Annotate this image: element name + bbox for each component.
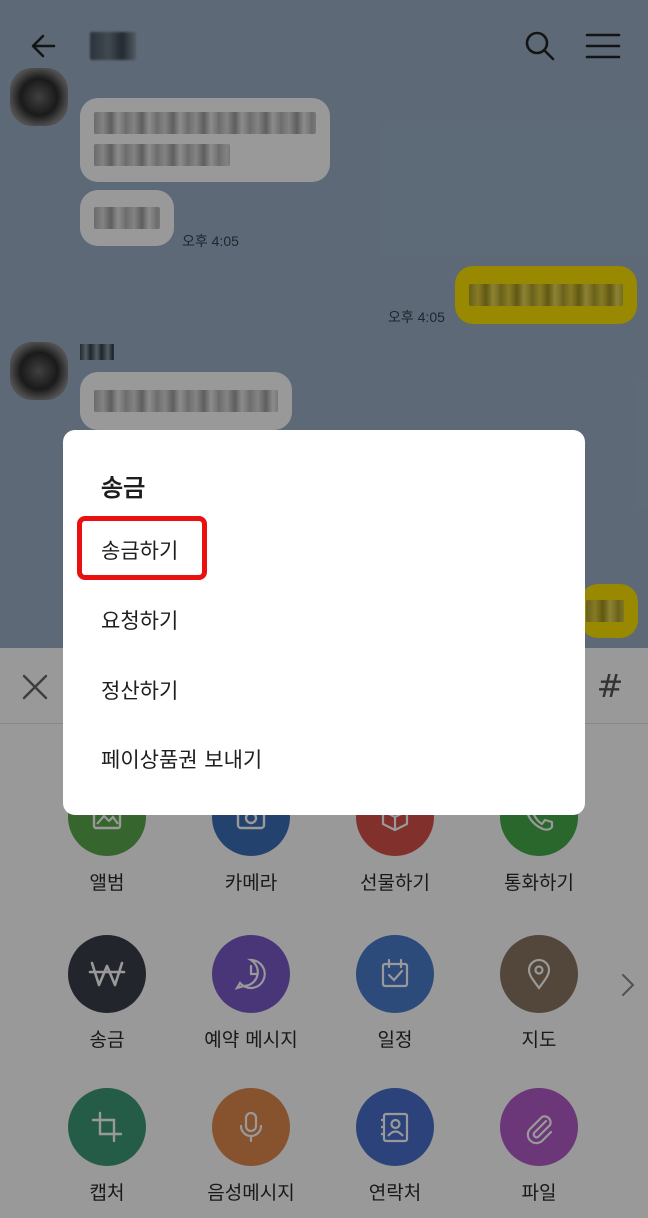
send-money-option[interactable]: 송금하기 (101, 535, 178, 565)
send-pay-voucher-option[interactable]: 페이상품권 보내기 (101, 744, 262, 774)
settle-up-option[interactable]: 정산하기 (101, 675, 178, 705)
transfer-dialog: 송금 송금하기 요청하기 정산하기 페이상품권 보내기 (63, 430, 585, 815)
request-money-option[interactable]: 요청하기 (101, 605, 178, 635)
dialog-title: 송금 (101, 474, 146, 502)
